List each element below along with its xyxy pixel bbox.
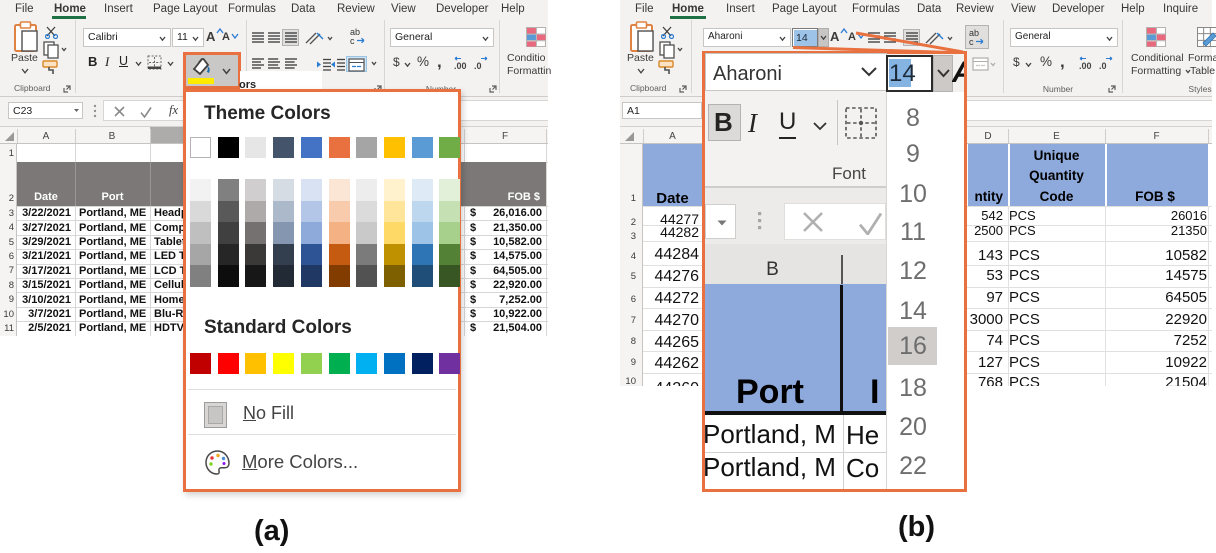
svg-text:.00: .00	[454, 61, 467, 70]
svg-text:.0: .0	[474, 61, 482, 70]
svg-text:.00: .00	[1079, 61, 1092, 70]
svg-text:c: c	[350, 36, 355, 46]
svg-text:.0: .0	[1099, 61, 1107, 70]
